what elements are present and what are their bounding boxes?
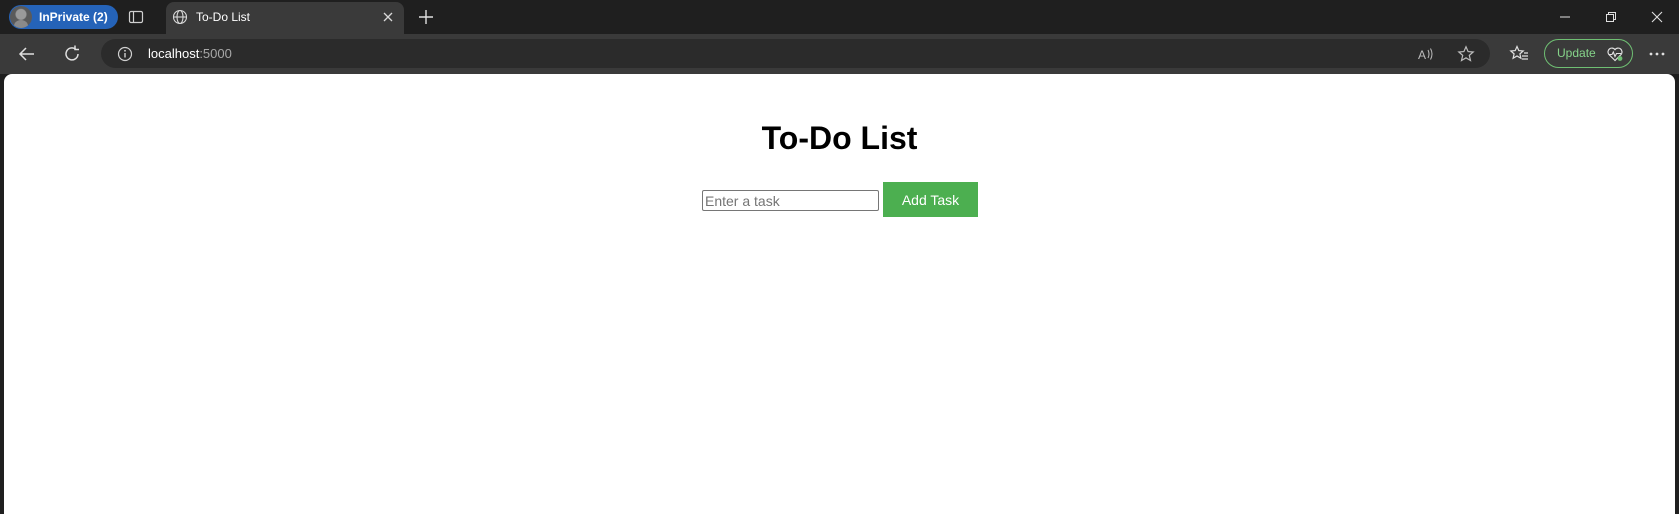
favorites-icon[interactable] — [1509, 44, 1529, 64]
address-bar[interactable]: localhost:5000 A — [101, 39, 1490, 68]
window-close-icon[interactable] — [1650, 10, 1664, 24]
update-label: Update — [1557, 46, 1596, 60]
more-icon[interactable] — [1647, 44, 1667, 64]
inprivate-profile-button[interactable]: InPrivate (2) — [9, 5, 118, 29]
tab-actions-icon[interactable] — [128, 9, 144, 25]
globe-icon — [172, 9, 188, 25]
add-task-button[interactable]: Add Task — [883, 182, 978, 217]
back-arrow-icon[interactable] — [17, 44, 37, 64]
url-host: localhost — [148, 46, 200, 61]
minimize-icon[interactable] — [1558, 10, 1572, 24]
url-text[interactable]: localhost:5000 — [148, 46, 232, 62]
profile-label: InPrivate (2) — [39, 10, 108, 24]
browser-toolbar: localhost:5000 A Update — [0, 34, 1679, 74]
page-viewport: To-Do List Add Task — [4, 74, 1675, 514]
svg-text:A: A — [1418, 48, 1426, 62]
plus-icon[interactable] — [417, 8, 435, 26]
page-title: To-Do List — [761, 120, 918, 156]
heart-pulse-icon — [1607, 47, 1623, 62]
reload-icon[interactable] — [62, 44, 82, 64]
star-icon[interactable] — [1457, 45, 1475, 63]
update-button[interactable]: Update — [1544, 39, 1633, 68]
info-icon[interactable] — [117, 46, 133, 62]
avatar — [10, 6, 32, 28]
close-icon[interactable] — [381, 10, 395, 24]
tab-strip: InPrivate (2) To-Do List — [0, 0, 1679, 34]
task-input[interactable] — [702, 190, 879, 211]
tab-title: To-Do List — [196, 10, 251, 24]
url-port: :5000 — [199, 46, 232, 61]
restore-icon[interactable] — [1604, 10, 1618, 24]
read-aloud-icon[interactable]: A — [1417, 45, 1435, 63]
